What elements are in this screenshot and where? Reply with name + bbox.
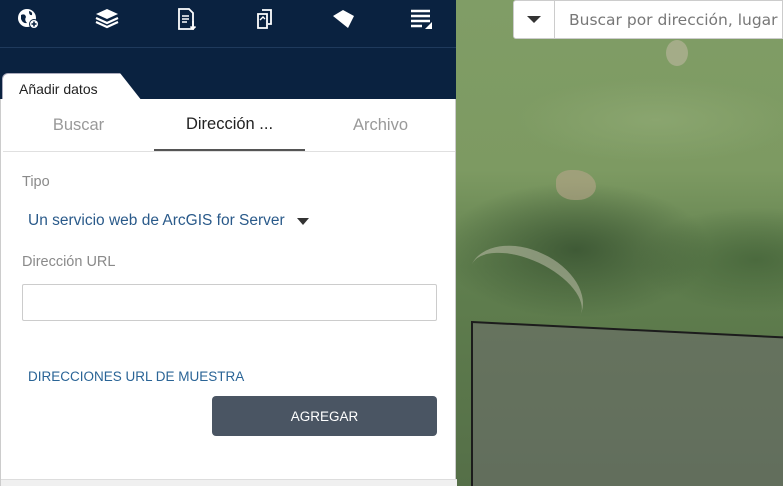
search-input[interactable] [555, 1, 782, 38]
chevron-down-icon [296, 217, 309, 225]
search-source-dropdown[interactable] [514, 1, 555, 38]
add-button[interactable]: AGREGAR [212, 396, 437, 436]
menu-icon[interactable] [406, 6, 436, 32]
panel-footer [1, 479, 457, 486]
service-type-value: Un servicio web de ArcGIS for Server [28, 212, 285, 229]
parcel-polygon[interactable] [456, 0, 783, 486]
url-input[interactable] [22, 284, 437, 321]
map-view[interactable] [456, 0, 783, 486]
url-label: Dirección URL [22, 254, 116, 270]
globe-add-icon[interactable] [14, 6, 44, 32]
tag-icon[interactable] [328, 6, 358, 32]
add-data-panel: Buscar Dirección ... Archivo Tipo Un ser… [0, 99, 457, 486]
panel-header-tab[interactable]: Añadir datos [2, 73, 142, 101]
tab-file[interactable]: Archivo [305, 99, 456, 151]
document-list-icon[interactable] [172, 6, 202, 32]
toolbar [0, 0, 456, 48]
chevron-down-icon [527, 16, 541, 23]
panel-title: Añadir datos [19, 81, 98, 97]
print-icon[interactable] [250, 6, 280, 32]
panel-tabs: Buscar Dirección ... Archivo [3, 99, 455, 152]
type-label: Tipo [22, 174, 50, 190]
search-bar [513, 0, 783, 39]
tab-search[interactable]: Buscar [3, 99, 154, 151]
service-type-select[interactable]: Un servicio web de ArcGIS for Server [28, 212, 309, 230]
layers-icon[interactable] [92, 6, 122, 32]
tab-url[interactable]: Dirección ... [154, 99, 305, 151]
sample-urls-link[interactable]: DIRECCIONES URL DE MUESTRA [28, 369, 244, 384]
